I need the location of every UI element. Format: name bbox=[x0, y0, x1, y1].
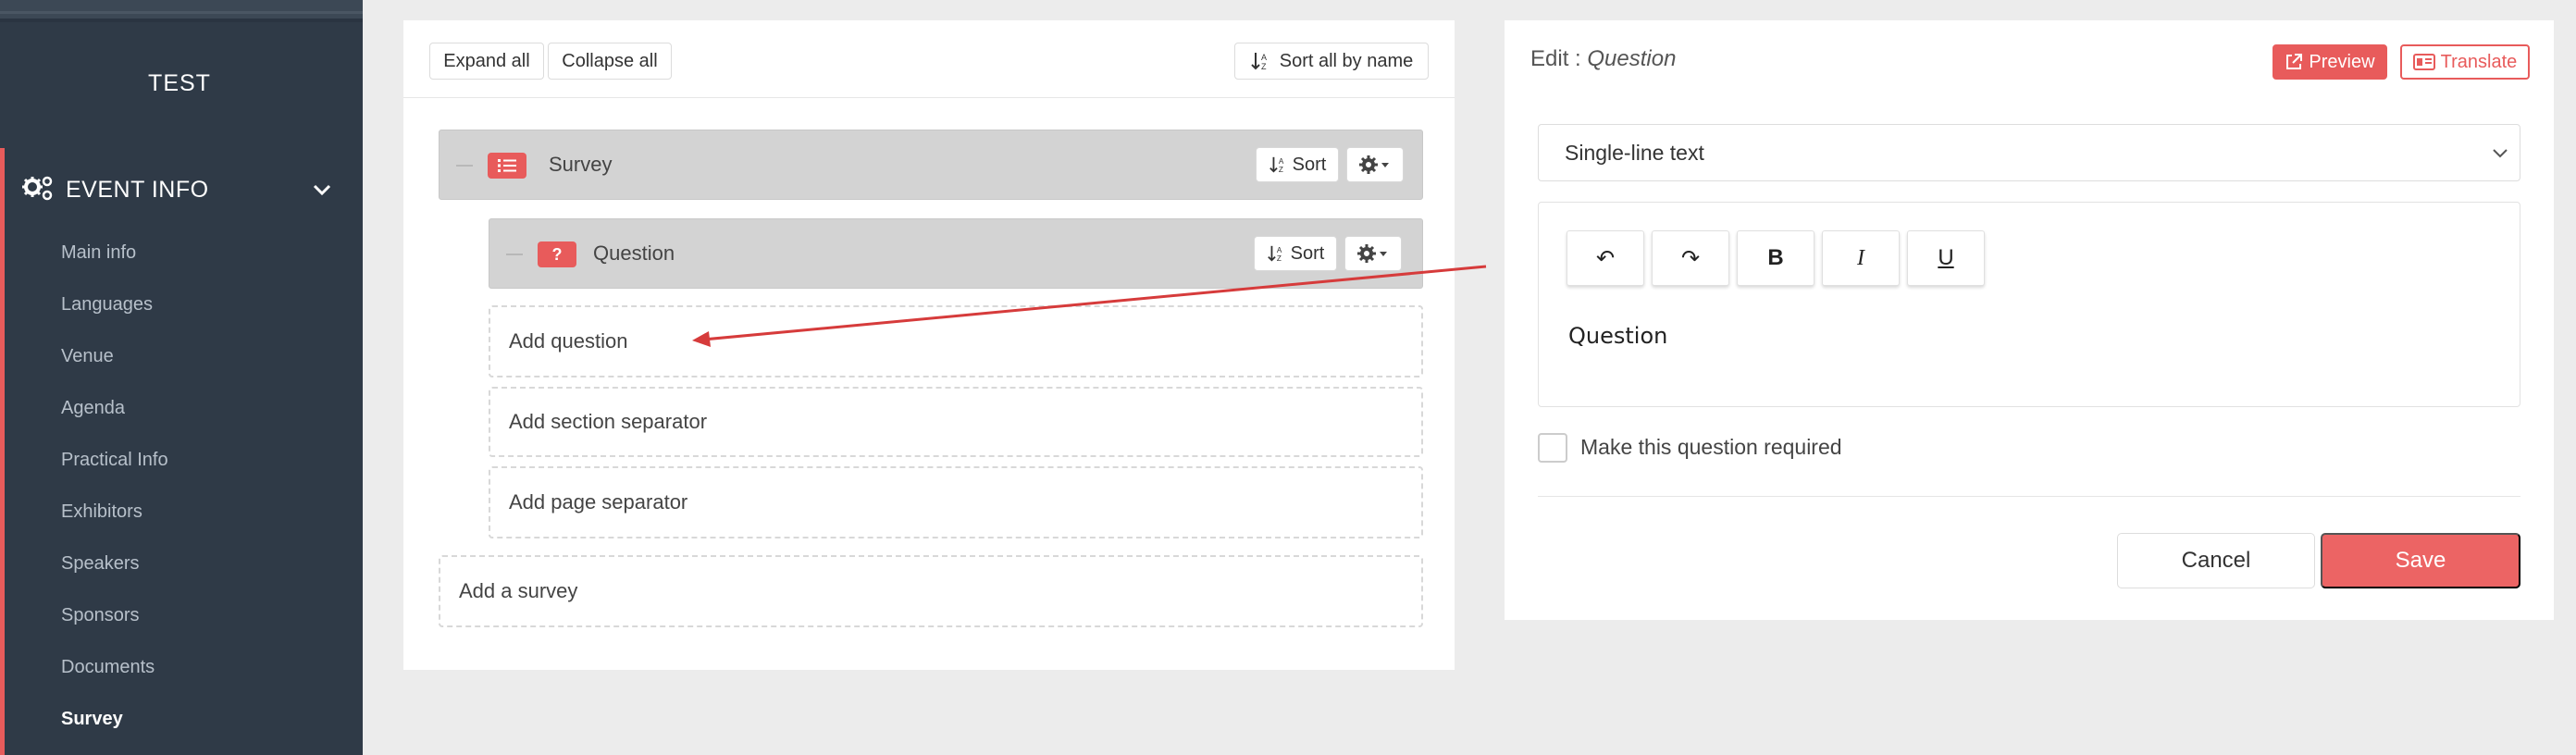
sidebar-top-bar bbox=[0, 0, 363, 22]
sidebar-item-speakers[interactable]: Speakers bbox=[61, 553, 140, 575]
translate-icon bbox=[2412, 54, 2435, 70]
question-editor-panel: Edit : Question Preview Translate Single… bbox=[1505, 20, 2554, 620]
chevron-down-icon bbox=[313, 184, 331, 196]
tree-row-title: Survey bbox=[549, 153, 613, 176]
add-survey-button[interactable]: Add a survey bbox=[439, 555, 1423, 627]
expand-all-button[interactable]: Expand all bbox=[429, 43, 544, 80]
svg-text:Z: Z bbox=[1279, 166, 1283, 174]
underline-button[interactable]: U bbox=[1907, 230, 1985, 286]
question-type-value: Single-line text bbox=[1565, 140, 1704, 165]
tree-row-survey[interactable]: Survey A Z Sort bbox=[439, 130, 1423, 200]
sidebar-item-exhibitors[interactable]: Exhibitors bbox=[61, 501, 142, 523]
svg-text:A: A bbox=[1261, 53, 1267, 62]
sort-all-label: Sort all by name bbox=[1279, 50, 1414, 71]
preview-label: Preview bbox=[2309, 51, 2375, 72]
external-link-icon bbox=[2286, 54, 2303, 69]
tree-row-question[interactable]: ? Question A Z Sort bbox=[489, 218, 1423, 289]
gear-icon bbox=[1359, 155, 1389, 174]
section-event-info[interactable]: EVENT INFO bbox=[5, 163, 363, 217]
list-icon bbox=[488, 153, 526, 179]
sort-icon: A Z bbox=[1269, 156, 1284, 174]
sort-all-by-name-button[interactable]: A Z Sort all by name bbox=[1234, 43, 1429, 80]
drag-handle[interactable] bbox=[456, 165, 473, 167]
editor-title-item: Question bbox=[1587, 46, 1677, 71]
gears-icon bbox=[22, 176, 53, 201]
add-question-button[interactable]: Add question bbox=[489, 305, 1423, 378]
rich-text-editor[interactable]: ↶ ↷ B I U Question bbox=[1538, 202, 2520, 407]
drag-handle[interactable] bbox=[506, 254, 523, 255]
tree-toolbar: Expand all Collapse all A Z Sort all by … bbox=[403, 20, 1455, 98]
event-title: TEST bbox=[148, 70, 211, 96]
sort-label: Sort bbox=[1290, 242, 1325, 264]
sidebar-item-sponsors[interactable]: Sponsors bbox=[61, 605, 140, 626]
editor-title: Edit : Question bbox=[1530, 46, 1676, 72]
editor-content[interactable]: Question bbox=[1568, 323, 1667, 349]
svg-text:Z: Z bbox=[1261, 62, 1267, 71]
gear-icon bbox=[1357, 244, 1387, 263]
chevron-down-icon bbox=[2493, 149, 2508, 158]
translate-label: Translate bbox=[2440, 51, 2518, 72]
question-type-select[interactable]: Single-line text bbox=[1538, 124, 2520, 181]
italic-button[interactable]: I bbox=[1822, 230, 1900, 286]
bold-button[interactable]: B bbox=[1737, 230, 1814, 286]
preview-button[interactable]: Preview bbox=[2273, 44, 2387, 80]
svg-text:A: A bbox=[1277, 246, 1282, 254]
translate-button[interactable]: Translate bbox=[2400, 44, 2530, 80]
sort-button[interactable]: A Z Sort bbox=[1256, 147, 1339, 182]
collapse-all-button[interactable]: Collapse all bbox=[548, 43, 672, 80]
sidebar-item-languages[interactable]: Languages bbox=[61, 294, 153, 316]
tree-row-title: Question bbox=[593, 241, 675, 265]
required-label[interactable]: Make this question required bbox=[1580, 435, 1842, 460]
svg-text:A: A bbox=[1279, 157, 1284, 166]
required-checkbox[interactable] bbox=[1538, 433, 1567, 463]
sidebar-item-agenda[interactable]: Agenda bbox=[61, 398, 125, 419]
section-label: EVENT INFO bbox=[66, 177, 209, 203]
redo-button[interactable]: ↷ bbox=[1652, 230, 1729, 286]
settings-dropdown-button[interactable] bbox=[1346, 147, 1404, 182]
add-section-separator-button[interactable]: Add section separator bbox=[489, 387, 1423, 457]
sidebar-accent-bar bbox=[0, 148, 5, 755]
svg-text:Z: Z bbox=[1277, 254, 1282, 263]
sidebar-item-main-info[interactable]: Main info bbox=[61, 242, 136, 264]
sidebar-item-venue[interactable]: Venue bbox=[61, 346, 114, 367]
cancel-button[interactable]: Cancel bbox=[2117, 533, 2315, 588]
editor-title-prefix: Edit : bbox=[1530, 46, 1588, 71]
survey-tree-panel: Expand all Collapse all A Z Sort all by … bbox=[403, 20, 1455, 670]
save-button[interactable]: Save bbox=[2321, 533, 2520, 588]
add-page-separator-button[interactable]: Add page separator bbox=[489, 466, 1423, 538]
sidebar-item-survey[interactable]: Survey bbox=[61, 709, 123, 730]
sidebar: TEST EVENT INFO Main info Languages Venu… bbox=[0, 0, 363, 755]
sort-icon: A Z bbox=[1267, 245, 1282, 263]
question-icon: ? bbox=[538, 241, 576, 267]
sort-icon: A Z bbox=[1251, 53, 1267, 71]
settings-dropdown-button[interactable] bbox=[1344, 236, 1402, 271]
divider bbox=[1538, 496, 2520, 497]
sort-button[interactable]: A Z Sort bbox=[1254, 236, 1337, 271]
sidebar-item-practical-info[interactable]: Practical Info bbox=[61, 450, 168, 471]
undo-button[interactable]: ↶ bbox=[1567, 230, 1644, 286]
sidebar-item-documents[interactable]: Documents bbox=[61, 657, 155, 678]
sort-label: Sort bbox=[1292, 154, 1327, 175]
